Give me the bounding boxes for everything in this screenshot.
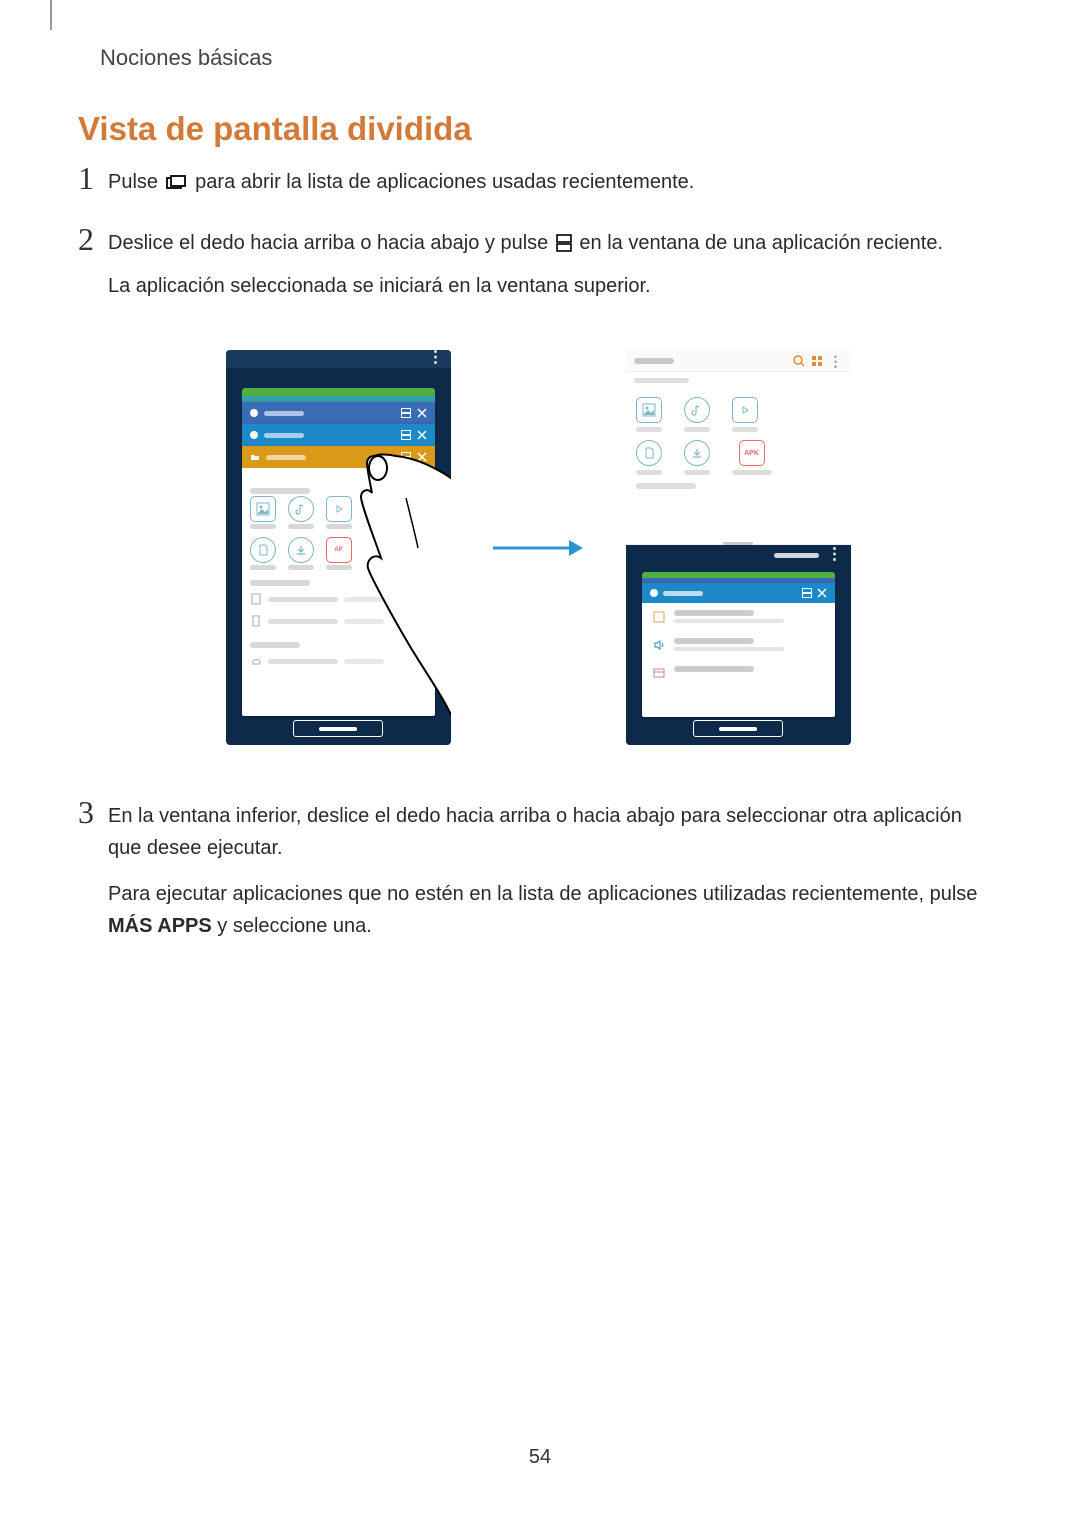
split-view-icon: [556, 230, 572, 262]
step-2-text-a: Deslice el dedo hacia arriba o hacia aba…: [108, 232, 548, 254]
overflow-icon: ⋮: [428, 354, 443, 362]
step-1-text-b: para abrir la lista de aplicaciones usad…: [195, 171, 694, 193]
overflow-icon: ⋮: [827, 551, 843, 559]
download-icon: [288, 537, 314, 563]
notifications-icon: [652, 666, 666, 680]
step-1-text-a: Pulse: [108, 171, 158, 193]
close-icon: [417, 408, 427, 418]
figure-phone-left: ⋮: [226, 350, 451, 745]
music-icon: [684, 397, 710, 423]
step-3-number: 3: [78, 796, 108, 828]
video-icon: [326, 496, 352, 522]
step-3: 3 En la ventana inferior, deslice el ded…: [78, 800, 998, 950]
close-icon: [817, 588, 827, 598]
music-icon: [288, 496, 314, 522]
documents-icon: [250, 537, 276, 563]
sound-icon: [652, 638, 666, 652]
images-icon: [636, 397, 662, 423]
split-handle: [723, 542, 753, 545]
grid-icon: [811, 355, 823, 367]
step-1-text: Pulse para abrir la lista de aplicacione…: [108, 166, 694, 201]
apk-icon: AP: [326, 537, 352, 563]
recent-apps-icon: [166, 169, 188, 201]
step-2-text-b: en la ventana de una aplicación reciente…: [579, 232, 943, 254]
step-3-text-2b: y seleccione una.: [212, 915, 372, 937]
connections-icon: [652, 610, 666, 624]
split-view-icon: [802, 588, 812, 598]
step-3-text-2: Para ejecutar aplicaciones que no estén …: [108, 878, 998, 942]
split-view-icon: [401, 408, 411, 418]
figure-row: ⋮: [78, 350, 998, 745]
arrow-right-icon: [491, 536, 586, 560]
hand-gesture-illustration: [356, 448, 451, 738]
page-edge-rule: [50, 0, 52, 30]
page-number: 54: [529, 1446, 551, 1469]
images-icon: [250, 496, 276, 522]
step-1-number: 1: [78, 162, 108, 194]
overflow-icon: ⋮: [829, 357, 843, 365]
split-view-icon: [401, 430, 411, 440]
video-icon: [732, 397, 758, 423]
step-2: 2 Deslice el dedo hacia arriba o hacia a…: [78, 227, 998, 310]
step-3-text-1: En la ventana inferior, deslice el dedo …: [108, 800, 998, 864]
step-2-text-2: La aplicación seleccionada se iniciará e…: [108, 270, 943, 302]
search-icon: [793, 355, 805, 367]
step-1: 1 Pulse para abrir la lista de aplicacio…: [78, 166, 998, 209]
download-icon: [684, 440, 710, 466]
section-title: Vista de pantalla dividida: [78, 110, 998, 148]
sd-card-icon: [250, 615, 262, 627]
documents-icon: [636, 440, 662, 466]
close-all-button: [693, 720, 783, 737]
step-3-text-2a: Para ejecutar aplicaciones que no estén …: [108, 883, 977, 905]
apk-icon: APK: [739, 440, 765, 466]
figure-phone-right: ⋮ APK ⋮: [626, 350, 851, 745]
step-2-number: 2: [78, 223, 108, 255]
close-icon: [417, 430, 427, 440]
folder-icon: [250, 452, 260, 462]
page-header: Nociones básicas: [100, 45, 272, 71]
step-2-text-1: Deslice el dedo hacia arriba o hacia aba…: [108, 227, 943, 262]
step-3-more-apps-label: MÁS APPS: [108, 915, 212, 937]
cloud-icon: [250, 655, 262, 667]
storage-icon: [250, 593, 262, 605]
